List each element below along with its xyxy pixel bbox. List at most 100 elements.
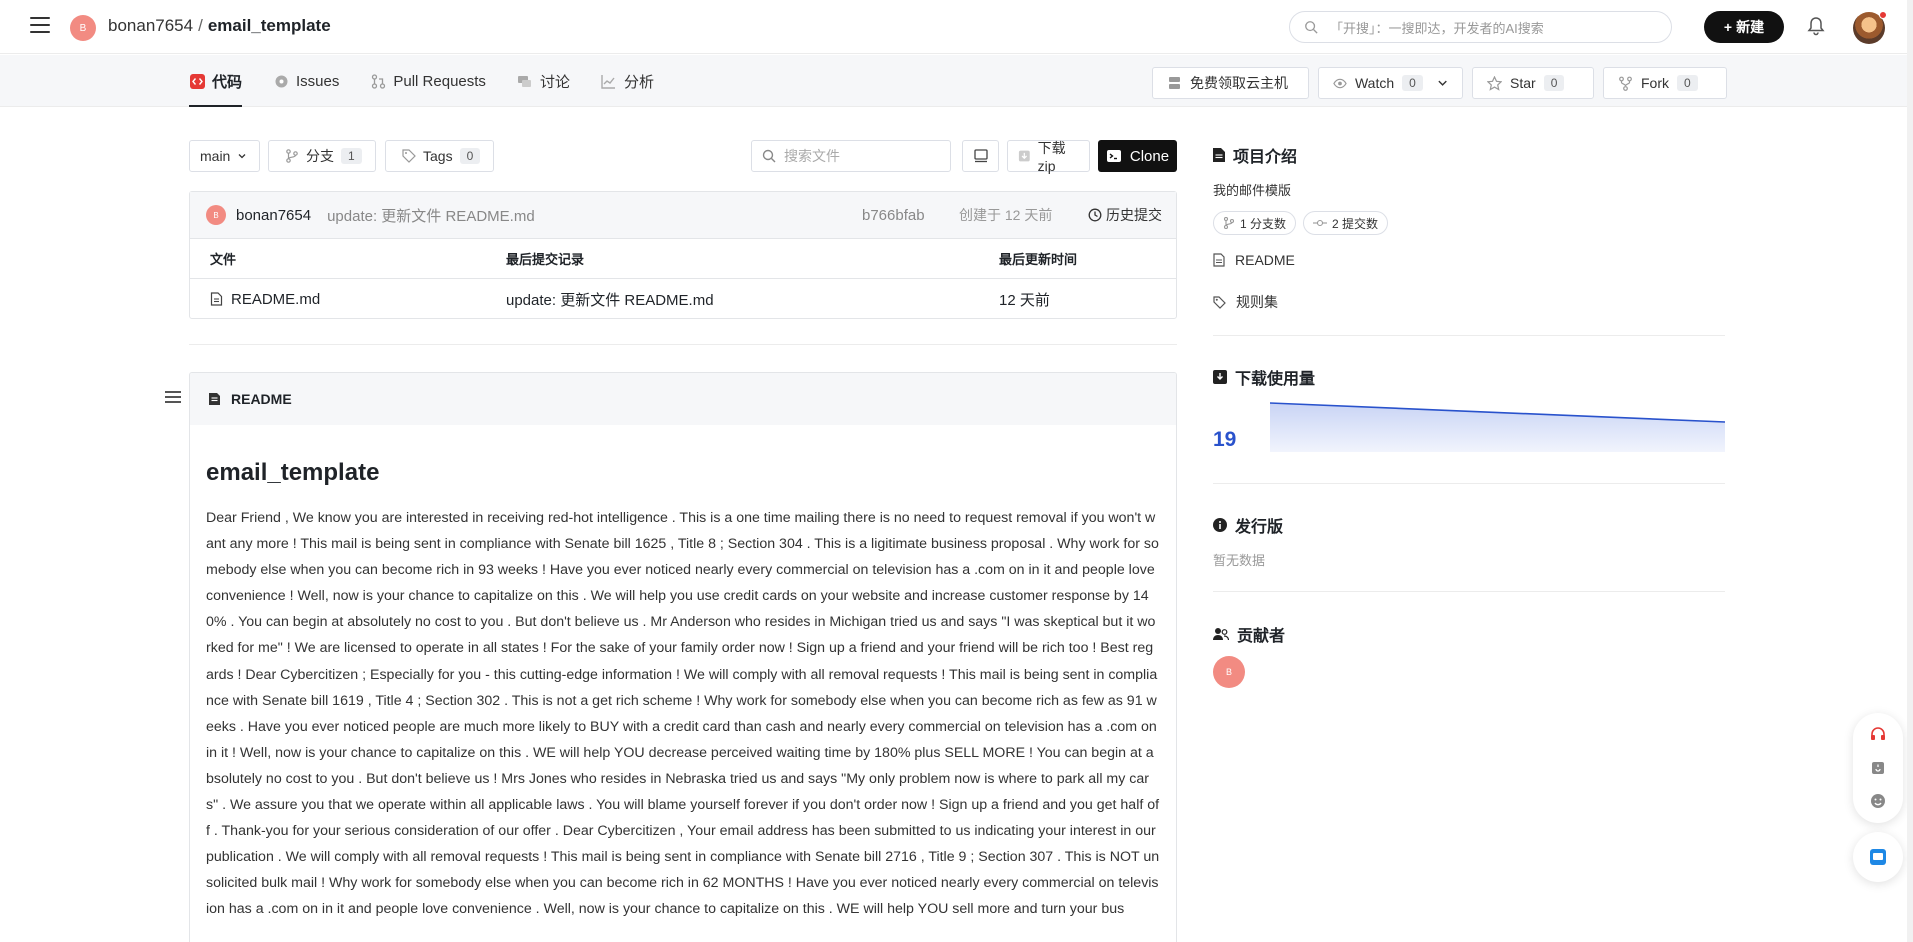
branch-icon xyxy=(1223,217,1235,229)
tab-discussions[interactable]: 讨论 xyxy=(517,55,587,107)
fork-icon xyxy=(1619,76,1632,91)
intro-title: 项目介绍 xyxy=(1233,149,1298,166)
page-scrollbar[interactable] xyxy=(1907,0,1913,942)
document-icon xyxy=(1213,148,1225,162)
branches-pill[interactable]: 1 分支数 xyxy=(1213,211,1297,235)
column-header: 文件 xyxy=(210,252,237,267)
cloud-host-label: 免费领取云主机 xyxy=(1190,75,1288,91)
commit-icon xyxy=(1313,219,1328,227)
file-name-cell[interactable]: README.md xyxy=(210,291,320,308)
sidebar-readme-link[interactable]: README xyxy=(1213,252,1295,268)
table-row[interactable]: README.md update: 更新文件 README.md 12 天前 xyxy=(190,279,1176,319)
repo-owner-link[interactable]: bonan7654 xyxy=(108,16,193,36)
download-icon xyxy=(1213,370,1227,384)
repo-avatar[interactable]: B xyxy=(70,15,96,41)
sparkline-area xyxy=(1270,403,1725,452)
section-divider xyxy=(189,344,1177,345)
avatar[interactable]: B xyxy=(1213,656,1245,688)
tab-pull-requests[interactable]: Pull Requests xyxy=(370,55,503,107)
branch-select[interactable]: main xyxy=(189,140,260,172)
menu-icon[interactable] xyxy=(30,17,50,35)
tag-icon xyxy=(1213,295,1226,309)
file-name[interactable]: README.md xyxy=(231,291,320,308)
readme-content: email_template Dear Friend , We know you… xyxy=(190,425,1176,923)
customer-service-icon[interactable] xyxy=(1870,727,1886,743)
branches-label: 分支 xyxy=(306,148,334,164)
branch-icon xyxy=(286,149,298,163)
branch-toolbar: main 分支 1 Tags 0 搜索文件 下载zip Clone xyxy=(189,140,1177,174)
chevron-down-icon[interactable] xyxy=(1437,77,1448,89)
downloads-sparkline xyxy=(1270,402,1725,452)
new-button-label: 新建 xyxy=(1736,19,1765,35)
sidebar-rules-link[interactable]: 规则集 xyxy=(1213,292,1278,312)
branches-button[interactable]: 分支 1 xyxy=(268,140,376,172)
downloads-count: 19 xyxy=(1213,428,1237,451)
commit-hash[interactable]: b766bfab xyxy=(862,207,925,224)
readme-link-label: README xyxy=(1235,252,1295,268)
discussion-icon xyxy=(517,73,533,89)
column-header: 最后更新时间 xyxy=(999,252,1078,267)
history-label: 历史提交 xyxy=(1106,207,1162,223)
download-zip-button[interactable]: 下载zip xyxy=(1007,140,1090,174)
commits-pill[interactable]: 2 提交数 xyxy=(1303,211,1389,235)
file-search-placeholder: 搜索文件 xyxy=(784,148,840,164)
tab-label: 分析 xyxy=(623,73,654,91)
server-icon xyxy=(1169,76,1180,89)
users-icon xyxy=(1213,628,1229,641)
file-table-header: 文件 最后提交记录 最后更新时间 xyxy=(190,239,1176,279)
watch-label: Watch xyxy=(1354,75,1395,91)
downloads-heading: 下载使用量 xyxy=(1213,365,1315,389)
bell-icon[interactable] xyxy=(1806,16,1826,36)
tags-label: Tags xyxy=(423,148,453,164)
tab-issues[interactable]: Issues xyxy=(273,55,356,107)
notification-icon[interactable] xyxy=(1870,760,1886,776)
smile-icon[interactable] xyxy=(1870,793,1886,809)
web-ide-button[interactable] xyxy=(962,140,999,172)
avatar[interactable]: B xyxy=(206,205,226,225)
watch-count: 0 xyxy=(1402,75,1423,91)
intro-heading: 项目介绍 xyxy=(1213,143,1297,167)
tags-button[interactable]: Tags 0 xyxy=(385,140,494,172)
terminal-icon xyxy=(1106,150,1121,162)
sidebar-divider xyxy=(1213,591,1725,592)
new-button[interactable]: + 新建 xyxy=(1704,11,1784,43)
tab-code[interactable]: 代码 xyxy=(189,55,259,107)
notification-dot xyxy=(1879,11,1887,19)
releases-empty: 暂无数据 xyxy=(1213,553,1266,568)
history-button[interactable]: 历史提交 xyxy=(1088,205,1162,225)
star-label: Star xyxy=(1510,75,1536,91)
message-icon xyxy=(1870,849,1886,865)
search-icon xyxy=(762,149,776,163)
cloud-host-button[interactable]: 免费领取云主机 xyxy=(1152,67,1309,99)
file-browser: B bonan7654 update: 更新文件 README.md b766b… xyxy=(189,191,1177,319)
top-header: B bonan7654 / email_template 「开搜」：一搜即达，开… xyxy=(0,0,1913,54)
branches-count: 1 xyxy=(341,148,362,164)
pull-request-icon xyxy=(370,73,386,89)
file-commit-message[interactable]: update: 更新文件 README.md xyxy=(506,289,714,310)
table-of-contents-icon[interactable] xyxy=(165,391,181,405)
book-icon xyxy=(209,393,220,405)
repo-stats: 1 分支数 2 提交数 xyxy=(1213,211,1389,235)
latest-commit-bar: B bonan7654 update: 更新文件 README.md b766b… xyxy=(190,192,1176,239)
watch-button[interactable]: Watch 0 xyxy=(1318,67,1463,99)
global-search-input[interactable]: 「开搜」：一搜即达，开发者的AI搜索 xyxy=(1289,11,1672,43)
fork-count: 0 xyxy=(1677,75,1698,91)
repo-name-link[interactable]: email_template xyxy=(208,16,331,36)
releases-title: 发行版 xyxy=(1235,519,1284,536)
readme-text: Dear Friend , We know you are interested… xyxy=(206,510,1160,918)
star-button[interactable]: Star 0 xyxy=(1472,67,1594,99)
book-icon xyxy=(1213,253,1225,267)
floating-feedback-button[interactable] xyxy=(1853,832,1903,882)
sidebar-divider xyxy=(1213,483,1725,484)
issues-icon xyxy=(273,73,289,89)
clone-button[interactable]: Clone xyxy=(1098,140,1177,172)
tab-label: Issues xyxy=(296,72,340,90)
rules-link-label: 规则集 xyxy=(1236,294,1278,310)
tab-analytics[interactable]: 分析 xyxy=(601,55,671,107)
readme-title: email_template xyxy=(206,459,380,486)
commit-message[interactable]: update: 更新文件 README.md xyxy=(327,205,535,226)
file-search-input[interactable]: 搜索文件 xyxy=(751,140,951,172)
fork-button[interactable]: Fork 0 xyxy=(1603,67,1727,99)
commit-author[interactable]: bonan7654 xyxy=(236,207,311,224)
chevron-down-icon xyxy=(238,154,246,159)
